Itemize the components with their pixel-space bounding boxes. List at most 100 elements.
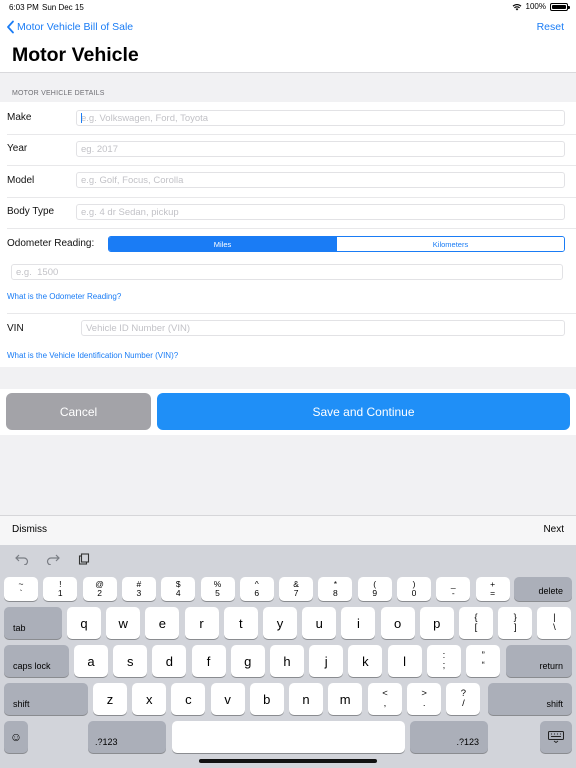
return-key[interactable]: return — [506, 645, 572, 677]
odometer-input[interactable] — [16, 266, 562, 278]
letter-key-f[interactable]: f — [191, 645, 226, 677]
number-key[interactable]: ! 1 — [43, 577, 78, 601]
letter-key-t[interactable]: t — [223, 607, 258, 639]
segment-miles[interactable]: Miles — [109, 237, 336, 251]
paste-icon[interactable] — [76, 551, 92, 567]
symbol-key[interactable]: ? / — [446, 683, 481, 715]
number-key[interactable]: * 8 — [318, 577, 353, 601]
shift-key-right[interactable]: shift — [488, 683, 572, 715]
segment-kilometers[interactable]: Kilometers — [336, 237, 564, 251]
letter-key-y[interactable]: y — [263, 607, 297, 639]
letter-key-i[interactable]: i — [341, 607, 376, 639]
hide-keyboard-key[interactable] — [540, 721, 572, 753]
vin-help-link[interactable]: What is the Vehicle Identification Numbe… — [7, 351, 178, 360]
model-label: Model — [7, 175, 35, 186]
undo-icon[interactable] — [14, 551, 30, 567]
symbol-key-glyphs: >. — [421, 689, 427, 709]
save-and-continue-button[interactable]: Save and Continue — [157, 393, 570, 430]
letter-key-h[interactable]: h — [270, 645, 304, 677]
letter-key-g[interactable]: g — [230, 645, 265, 677]
number-key[interactable]: ^ 6 — [239, 577, 274, 601]
year-field[interactable] — [76, 141, 565, 157]
reset-button[interactable]: Reset — [537, 21, 564, 33]
symbol-key[interactable]: <, — [368, 683, 402, 715]
letter-key-q[interactable]: q — [67, 607, 101, 639]
number-key[interactable]: ~ ` — [4, 577, 38, 601]
symbol-key[interactable]: {[ — [459, 607, 493, 639]
section-header-band — [0, 72, 576, 102]
delete-key[interactable]: delete — [514, 577, 572, 601]
symbol-key[interactable]: >. — [407, 683, 442, 715]
divider — [7, 228, 576, 229]
model-input[interactable] — [81, 174, 564, 186]
cancel-button[interactable]: Cancel — [6, 393, 151, 430]
background-area — [0, 435, 576, 515]
letter-key-d[interactable]: d — [152, 645, 187, 677]
number-key-glyphs: ! 1 — [58, 580, 63, 598]
odometer-unit-selector[interactable]: Miles Kilometers — [108, 236, 565, 252]
vin-field[interactable] — [81, 320, 565, 336]
section-header: MOTOR VEHICLE DETAILS — [12, 90, 105, 97]
back-button[interactable]: Motor Vehicle Bill of Sale — [6, 20, 133, 34]
letter-key-a[interactable]: a — [74, 645, 108, 677]
letter-key-v[interactable]: v — [210, 683, 245, 715]
number-key[interactable]: (9 — [357, 577, 392, 601]
letter-key-j[interactable]: j — [309, 645, 344, 677]
number-key[interactable]: & 7 — [279, 577, 314, 601]
letter-key-b[interactable]: b — [249, 683, 284, 715]
vin-input[interactable] — [86, 322, 564, 334]
numbers-key-left[interactable]: .?123 — [88, 721, 166, 753]
letter-key-l[interactable]: l — [387, 645, 422, 677]
status-right: 100% — [512, 2, 570, 11]
letter-key-e[interactable]: e — [145, 607, 180, 639]
letter-key-w[interactable]: w — [106, 607, 141, 639]
letter-key-o[interactable]: o — [380, 607, 415, 639]
odometer-field[interactable] — [11, 264, 563, 280]
odometer-help-link[interactable]: What is the Odometer Reading? — [7, 292, 121, 301]
space-key[interactable] — [172, 721, 405, 753]
number-key-glyphs: _ - — [451, 580, 456, 598]
shift-key-left[interactable]: shift — [4, 683, 88, 715]
make-field[interactable] — [76, 110, 565, 126]
number-key[interactable]: + = — [475, 577, 510, 601]
letter-key-u[interactable]: u — [302, 607, 337, 639]
number-key[interactable]: #3 — [121, 577, 156, 601]
symbol-key[interactable]: | \ — [537, 607, 572, 639]
body-type-field[interactable] — [76, 204, 565, 220]
letter-key-m[interactable]: m — [328, 683, 363, 715]
symbol-key[interactable]: ” “ — [466, 645, 501, 677]
number-key[interactable]: @2 — [82, 577, 117, 601]
number-key[interactable]: $4 — [161, 577, 196, 601]
numbers-key-right[interactable]: .?123 — [410, 721, 488, 753]
navigation-bar: Motor Vehicle Bill of Sale Reset — [0, 18, 576, 40]
home-indicator — [199, 759, 377, 763]
symbol-key[interactable]: :; — [427, 645, 461, 677]
battery-percent: 100% — [525, 2, 546, 11]
next-button[interactable]: Next — [543, 524, 564, 535]
year-input[interactable] — [81, 143, 564, 155]
number-key[interactable]: _ - — [436, 577, 471, 601]
letter-key-c[interactable]: c — [171, 683, 206, 715]
symbol-key[interactable]: }] — [498, 607, 533, 639]
emoji-key[interactable]: ☺ — [4, 721, 28, 753]
letter-key-x[interactable]: x — [132, 683, 167, 715]
body-type-input[interactable] — [81, 206, 564, 218]
number-key[interactable]: ) 0 — [397, 577, 431, 601]
model-field[interactable] — [76, 172, 565, 188]
dismiss-button[interactable]: Dismiss — [12, 524, 47, 535]
number-key-glyphs: % 5 — [214, 580, 222, 598]
redo-icon[interactable] — [45, 551, 61, 567]
letter-key-k[interactable]: k — [348, 645, 383, 677]
letter-key-s[interactable]: s — [113, 645, 148, 677]
number-key[interactable]: % 5 — [200, 577, 235, 601]
number-key-glyphs: + = — [490, 580, 495, 598]
number-key-base-glyph: 1 — [57, 588, 63, 598]
make-input[interactable] — [81, 112, 564, 124]
status-date: Sun Dec 15 — [42, 3, 84, 12]
caps-lock-key[interactable]: caps lock — [4, 645, 69, 677]
letter-key-n[interactable]: n — [289, 683, 323, 715]
letter-key-p[interactable]: p — [419, 607, 454, 639]
tab-key[interactable]: tab — [4, 607, 62, 639]
letter-key-r[interactable]: r — [184, 607, 219, 639]
letter-key-z[interactable]: z — [93, 683, 127, 715]
